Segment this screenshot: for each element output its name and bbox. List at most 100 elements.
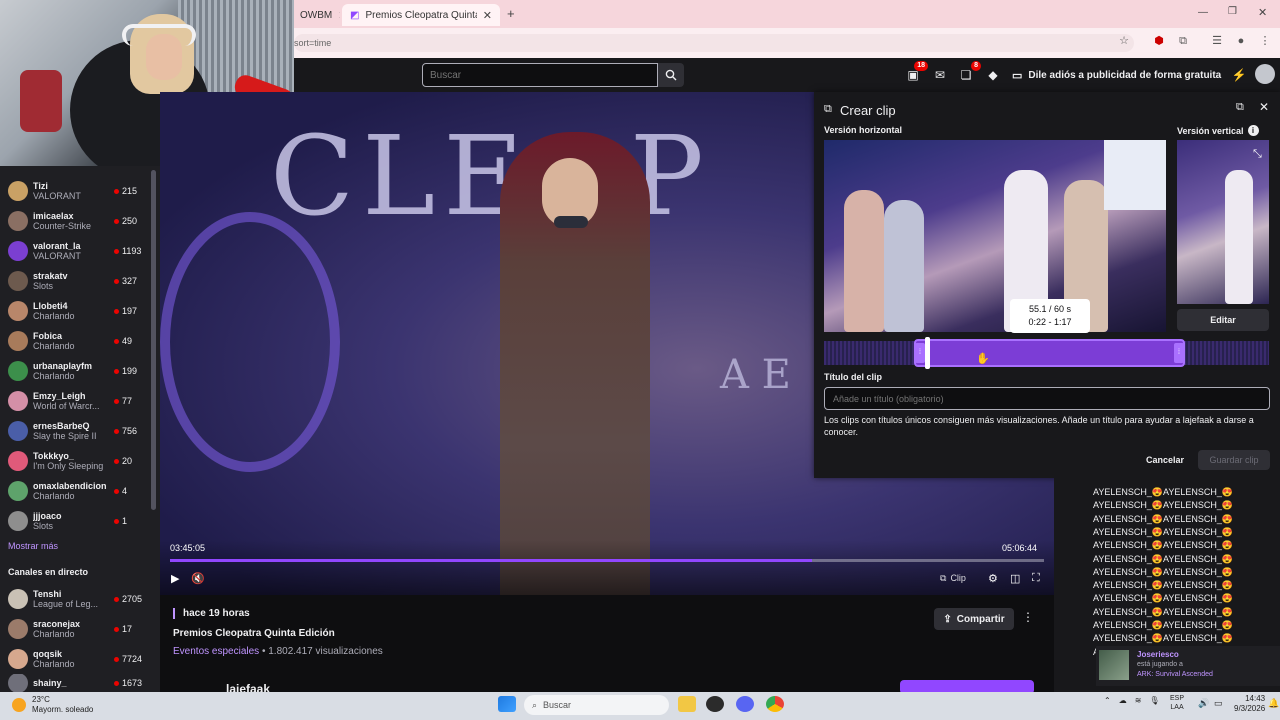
sidebar-item-qoqsik[interactable]: qoqsik Charlando 7724 <box>0 644 150 674</box>
save-clip-button[interactable]: Guardar clip <box>1198 450 1270 470</box>
sidebar-item-imicaelax[interactable]: imicaelax Counter-Strike 250 <box>0 206 150 236</box>
playlist-icon[interactable]: ☰ <box>1210 34 1224 48</box>
clip-title-input[interactable] <box>824 387 1270 410</box>
close-icon[interactable]: ✕ <box>1259 100 1269 114</box>
sidebar-item-shainy[interactable]: shainy_ 1673 <box>0 674 150 692</box>
start-icon[interactable] <box>498 696 516 712</box>
avatar <box>8 674 28 692</box>
sidebar-item-urbanaplayfm[interactable]: urbanaplayfm Charlando 199 <box>0 356 150 386</box>
sidebar-scrollbar[interactable] <box>151 170 156 510</box>
sidebar-item-valorant-la[interactable]: valorant_la VALORANT 1193 <box>0 236 150 266</box>
bits-icon[interactable]: ◆ <box>984 66 1002 84</box>
maximize-icon[interactable]: ❐ <box>1228 6 1237 17</box>
user-avatar[interactable] <box>1255 64 1275 84</box>
player-controls-overlay <box>160 540 1054 595</box>
sidebar-item-tenshi[interactable]: Tenshi League of Leg... 2705 <box>0 584 150 614</box>
extension-icon[interactable]: ⬢ <box>1152 34 1166 48</box>
notifications-icon[interactable]: ❏ 8 <box>957 61 981 84</box>
language-indicator[interactable]: ESP LAA <box>1170 694 1184 712</box>
taskbar-search[interactable]: ⌕ Buscar <box>524 695 669 715</box>
sidebar-item-sraconejax[interactable]: sraconejax Charlando 17 <box>0 614 150 644</box>
horizontal-clip-preview[interactable] <box>824 140 1166 332</box>
search-input[interactable] <box>422 63 658 87</box>
range-end-handle[interactable]: ⁞ <box>1174 343 1184 363</box>
sidebar-item-llobeti4[interactable]: Llobeti4 Charlando 197 <box>0 296 150 326</box>
bookmark-star-icon[interactable]: ☆ <box>1117 34 1131 48</box>
chevron-up-icon[interactable]: ⌃ <box>1104 696 1111 705</box>
share-button[interactable]: ⇪ Compartir <box>934 608 1014 630</box>
seek-bar[interactable] <box>170 559 1044 562</box>
cloud-icon[interactable]: ☁ <box>1119 696 1127 705</box>
info-icon[interactable]: i <box>1247 125 1259 136</box>
puzzle-extensions-icon[interactable]: ⧉ <box>1176 34 1190 48</box>
language-top: ESP <box>1170 695 1185 702</box>
viewer-count: 1193 <box>122 246 142 256</box>
subscribe-button[interactable] <box>900 680 1034 692</box>
sidebar-item-emzy-leigh[interactable]: Emzy_Leigh World of Warcr... 77 <box>0 386 150 416</box>
close-tab-icon[interactable]: ✕ <box>483 9 492 22</box>
new-tab-icon[interactable]: + <box>507 6 515 21</box>
fullscreen-icon[interactable]: ⛶ <box>1032 571 1040 585</box>
url-field[interactable]: sort=time <box>294 34 1134 52</box>
microphone <box>554 216 588 228</box>
prime-loot-icon[interactable]: ▣ 18 <box>904 61 928 84</box>
clip-selection-range[interactable] <box>914 339 1185 367</box>
cancel-button[interactable]: Cancelar <box>1138 450 1192 470</box>
channel-name[interactable]: lajefaak <box>226 682 270 692</box>
play-icon[interactable]: ▶ <box>171 571 179 585</box>
category-link[interactable]: Eventos especiales <box>173 646 259 657</box>
range-start-handle[interactable]: ⁞ <box>915 343 925 363</box>
taskbar-clock[interactable]: 14:43 9/3/2026 <box>1234 694 1265 714</box>
inbox-icon[interactable]: ✉ <box>931 66 949 84</box>
ad-free-button[interactable]: ▭ Dile adiós a publicidad de forma gratu… <box>1012 66 1221 84</box>
expand-icon[interactable]: ⤡ <box>1253 148 1262 161</box>
channel-game: Slots <box>33 521 54 531</box>
profile-avatar-icon[interactable]: ● <box>1234 34 1248 48</box>
show-more-link[interactable]: Mostrar más <box>8 541 58 551</box>
app-icon[interactable] <box>706 696 724 712</box>
edit-button[interactable]: Editar <box>1177 309 1269 331</box>
minimize-icon[interactable]: — <box>1198 7 1208 18</box>
sidebar-item-tizi[interactable]: Tizi VALORANT 215 <box>0 176 150 206</box>
clip-button[interactable]: ⧉ Clip <box>940 571 966 585</box>
chat-message: AYELENSCH_😍AYELENSCH_😍 <box>1093 526 1234 537</box>
weather-widget[interactable]: 23°C Mayorm. soleado <box>12 695 93 715</box>
close-window-icon[interactable]: ✕ <box>1258 6 1267 19</box>
sidebar-item-strakatv[interactable]: strakatv Slots 327 <box>0 266 150 296</box>
viewer-count: 7724 <box>122 654 143 664</box>
preview-screen <box>1104 140 1166 210</box>
vertical-clip-preview[interactable]: ⤡ <box>1177 140 1269 304</box>
timeline-playhead[interactable] <box>925 337 930 369</box>
volume-icon[interactable]: 🔊 <box>1198 698 1209 709</box>
mute-icon[interactable]: 🔇 <box>191 571 205 585</box>
browser-tab-active[interactable]: ◩ Premios Cleopatra Quinta E ✕ <box>342 4 500 26</box>
sidebar-item-fobica[interactable]: Fobica Charlando 49 <box>0 326 150 356</box>
sidebar-item-omaxlabendicion[interactable]: omaxlabendicion Charlando 4 <box>0 476 150 506</box>
search-icon: ⌕ <box>532 699 538 710</box>
twitch-logo-icon[interactable]: ⚡ <box>1230 66 1248 84</box>
live-dot-icon <box>114 248 119 254</box>
viewer-count: 2705 <box>122 594 143 604</box>
theatre-mode-icon[interactable]: ◫ <box>1010 571 1020 585</box>
browser-tab[interactable]: OWBM ✕ <box>292 4 340 26</box>
popout-icon[interactable]: ⧉ <box>1236 101 1244 114</box>
sidebar-item-jjjoaco[interactable]: jjjoaco Slots 1 <box>0 506 150 536</box>
more-options-icon[interactable]: ⋮ <box>1022 610 1034 624</box>
chrome-icon[interactable] <box>766 696 784 712</box>
close-tab-icon[interactable]: ✕ <box>338 9 340 22</box>
battery-icon[interactable]: ▭ <box>1214 698 1223 709</box>
wifi-icon[interactable]: ≋ <box>1135 696 1142 705</box>
search-button[interactable] <box>658 63 684 87</box>
discord-icon[interactable] <box>736 696 754 712</box>
channel-game: Charlando <box>33 341 75 351</box>
sidebar-item-ernesbarbeq[interactable]: ernesBarbeQ Slay the Spire II 756 <box>0 416 150 446</box>
avatar <box>8 451 28 471</box>
notification-bell-icon[interactable]: 🔔 <box>1268 698 1279 709</box>
video-meta: Eventos especiales • 1.802.417 visualiza… <box>173 646 383 657</box>
settings-gear-icon[interactable]: ⚙ <box>988 571 998 585</box>
file-explorer-icon[interactable] <box>678 696 696 712</box>
mic-icon[interactable]: 🎙 <box>1149 696 1159 705</box>
sidebar-item-tokkkyo[interactable]: Tokkkyo_ I'm Only Sleeping 20 <box>0 446 150 476</box>
browser-menu-icon[interactable]: ⋮ <box>1258 34 1272 48</box>
clip-title-hint: Los clips con títulos únicos consiguen m… <box>824 415 1254 437</box>
